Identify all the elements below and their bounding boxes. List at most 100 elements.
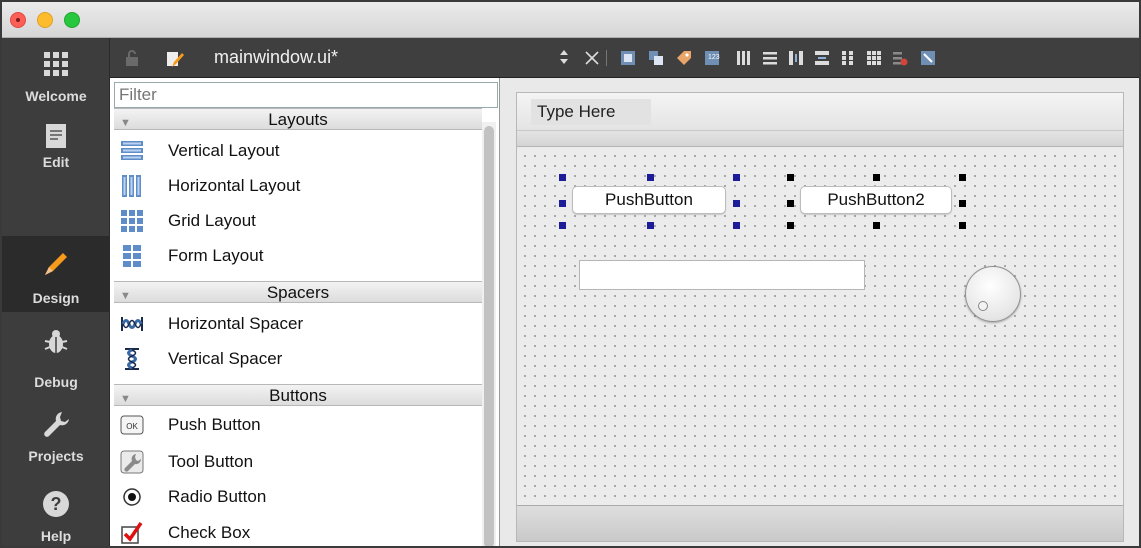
edit-file-icon[interactable] [166, 50, 184, 67]
minimize-window-button[interactable] [37, 12, 53, 28]
toolbar-separator [606, 50, 607, 66]
mode-debug[interactable]: Debug [2, 312, 110, 390]
adjust-size-icon[interactable] [920, 50, 936, 66]
document-icon [40, 120, 72, 152]
selection-handle[interactable] [959, 200, 966, 207]
mode-edit[interactable]: Edit [2, 124, 110, 232]
widget-label: Vertical Spacer [168, 349, 283, 368]
edit-tab-order-icon[interactable]: 123 [704, 50, 720, 66]
main-window-form[interactable]: Type Here PushButton PushButton2 [516, 92, 1124, 542]
svg-text:OK: OK [126, 422, 138, 431]
selection-handle[interactable] [959, 222, 966, 229]
widget-item-form-layout[interactable]: Form Layout [120, 239, 480, 273]
mode-design[interactable]: Design [2, 236, 110, 312]
selection-handle[interactable] [873, 174, 880, 181]
pencil-icon [40, 248, 72, 280]
push-button-icon: OK [120, 413, 144, 435]
category-title: Spacers [266, 283, 330, 302]
selection-handle[interactable] [559, 200, 566, 207]
grid-layout-icon [120, 209, 143, 232]
selection-handle[interactable] [787, 200, 794, 207]
selection-handle[interactable] [559, 174, 566, 181]
menu-type-here[interactable]: Type Here [531, 99, 651, 125]
category-title: Layouts [268, 110, 328, 129]
widget-item-tool-button[interactable]: Tool Button [120, 445, 480, 479]
updown-icon[interactable] [558, 48, 574, 64]
layout-splitter-h-icon[interactable] [788, 50, 804, 66]
lock-icon[interactable] [124, 50, 140, 66]
widget-box-scrollbar[interactable] [482, 122, 496, 546]
mode-label: Design [32, 290, 80, 306]
widget-item-grid-layout[interactable]: Grid Layout [120, 204, 480, 238]
selection-handle[interactable] [873, 222, 880, 229]
document-title: mainwindow.ui* [214, 47, 339, 67]
vertical-layout-icon [120, 139, 143, 161]
layout-splitter-v-icon[interactable] [814, 50, 830, 66]
widget-label: Form Layout [168, 246, 264, 265]
widget-item-check-box[interactable]: Check Box [120, 516, 480, 546]
widget-label: Horizontal Spacer [168, 314, 304, 333]
form-line-edit[interactable] [579, 260, 865, 290]
category-layouts[interactable]: ▼ Layouts [114, 108, 482, 130]
widget-item-vertical-spacer[interactable]: Vertical Spacer [120, 342, 480, 376]
category-spacers[interactable]: ▼ Spacers [114, 281, 482, 303]
widget-label: Horizontal Layout [168, 176, 301, 195]
widget-item-horizontal-spacer[interactable]: Horizontal Spacer [120, 307, 480, 341]
scroll-thumb[interactable] [484, 126, 494, 546]
widget-item-radio-button[interactable]: Radio Button [120, 480, 480, 514]
widget-item-vertical-layout[interactable]: Vertical Layout [120, 134, 480, 168]
close-window-button[interactable] [10, 12, 26, 28]
question-icon: ? [40, 488, 72, 520]
selection-handle[interactable] [647, 222, 654, 229]
category-title: Buttons [269, 386, 327, 405]
collapse-triangle-icon: ▼ [120, 393, 131, 405]
tool-button-icon [120, 450, 144, 474]
filter-input[interactable] [114, 82, 498, 108]
mode-help[interactable]: ? Help [2, 474, 110, 546]
edit-signals-icon[interactable] [648, 50, 664, 66]
layout-vertical-icon[interactable] [762, 50, 778, 66]
widget-item-horizontal-layout[interactable]: Horizontal Layout [120, 169, 480, 203]
selection-handle[interactable] [959, 174, 966, 181]
widget-label: Check Box [168, 523, 251, 542]
check-box-icon [120, 521, 143, 544]
layout-form-icon[interactable] [840, 50, 856, 66]
vertical-spacer-icon [120, 347, 142, 370]
central-widget[interactable]: PushButton PushButton2 [517, 148, 1123, 503]
form-toolbar-area [517, 131, 1123, 147]
selection-handle[interactable] [647, 174, 654, 181]
grid-icon [40, 48, 72, 80]
edit-widgets-icon[interactable] [620, 50, 636, 66]
form-dial[interactable] [965, 266, 1021, 322]
break-layout-icon[interactable] [892, 50, 908, 66]
close-document-icon[interactable] [584, 50, 600, 66]
category-buttons[interactable]: ▼ Buttons [114, 384, 482, 406]
layout-grid-icon[interactable] [866, 50, 882, 66]
widget-box: ▼ Layouts Vertical Layout Horizontal Lay… [110, 78, 500, 546]
selection-handle[interactable] [559, 222, 566, 229]
title-bar [2, 2, 1139, 38]
mode-welcome[interactable]: Welcome [2, 38, 110, 114]
form-editor-area: Type Here PushButton PushButton2 [500, 78, 1139, 546]
form-push-button-2[interactable]: PushButton2 [800, 186, 952, 214]
form-push-button-1[interactable]: PushButton [572, 186, 726, 214]
bug-icon [40, 326, 72, 358]
collapse-triangle-icon: ▼ [120, 290, 131, 302]
mode-projects[interactable]: Projects [2, 394, 110, 470]
selection-handle[interactable] [787, 174, 794, 181]
selection-handle[interactable] [733, 222, 740, 229]
selection-handle[interactable] [787, 222, 794, 229]
edit-buddies-icon[interactable] [676, 50, 692, 66]
selection-handle[interactable] [733, 174, 740, 181]
widget-item-push-button[interactable]: OK Push Button [120, 408, 480, 442]
mode-sidebar: Welcome Edit Design Debug Projects ? Hel… [2, 38, 110, 546]
form-editor-toolbar: 123 [500, 38, 1139, 78]
maximize-window-button[interactable] [64, 12, 80, 28]
dial-notch [978, 301, 988, 311]
widget-label: Push Button [168, 415, 261, 434]
selection-handle[interactable] [733, 200, 740, 207]
radio-button-icon [120, 485, 142, 507]
layout-horizontal-icon[interactable] [736, 50, 752, 66]
widget-label: Tool Button [168, 452, 254, 471]
widget-label: Grid Layout [168, 211, 256, 230]
